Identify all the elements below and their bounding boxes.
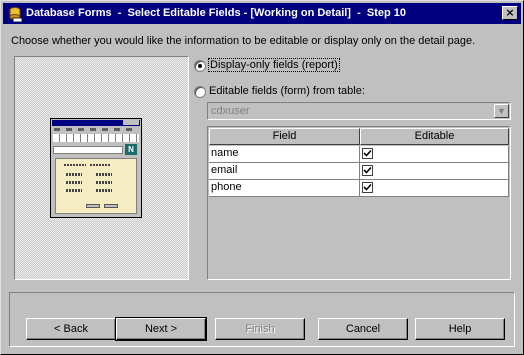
- checkmark-icon: [363, 183, 372, 191]
- preview-page: [55, 158, 137, 214]
- chevron-down-icon[interactable]: ▼: [494, 104, 509, 118]
- preview-label: [66, 181, 82, 184]
- preview-toolbar: [53, 134, 139, 142]
- instruction-text: Choose whether you would like the inform…: [11, 35, 476, 47]
- checkmark-icon: [363, 149, 372, 157]
- preview-button: [104, 204, 118, 208]
- preview-button: [86, 204, 100, 208]
- table-row: phone: [209, 180, 509, 197]
- editable-column-header[interactable]: Editable: [360, 128, 509, 145]
- field-column-header[interactable]: Field: [209, 128, 360, 145]
- preview-value: [96, 173, 112, 176]
- browser-logo-icon: N: [125, 144, 137, 155]
- preview-value: [96, 189, 112, 192]
- table-select-value: cdxuser: [211, 105, 250, 117]
- field-name-cell[interactable]: name: [209, 146, 360, 163]
- wizard-window: Database Forms - Select Editable Fields …: [0, 0, 524, 355]
- editable-checkbox[interactable]: [362, 182, 373, 193]
- preview-text-line: [64, 164, 86, 166]
- window-title: Database Forms - Select Editable Fields …: [26, 7, 406, 19]
- preview-value: [96, 181, 112, 184]
- editable-radio[interactable]: [194, 86, 206, 98]
- database-app-icon: [9, 7, 23, 22]
- editable-cell: [360, 163, 509, 180]
- editable-label[interactable]: Editable fields (form) from table:: [209, 85, 365, 97]
- preview-label: [66, 189, 82, 192]
- editable-checkbox[interactable]: [362, 165, 373, 176]
- display-only-radio[interactable]: [194, 60, 206, 72]
- preview-menubar: [54, 128, 138, 131]
- table-select[interactable]: cdxuser ▼: [207, 102, 511, 120]
- browser-preview-illustration: N: [50, 118, 142, 218]
- checkmark-icon: [363, 166, 372, 174]
- table-row: name: [209, 146, 509, 163]
- cancel-button[interactable]: Cancel: [318, 318, 408, 340]
- close-button[interactable]: ×: [502, 6, 518, 20]
- editable-checkbox[interactable]: [362, 148, 373, 159]
- field-name-cell[interactable]: phone: [209, 180, 360, 197]
- preview-label: [66, 173, 82, 176]
- preview-panel: N: [14, 56, 189, 280]
- field-name-cell[interactable]: email: [209, 163, 360, 180]
- preview-window-buttons: [123, 120, 139, 125]
- back-button[interactable]: < Back: [26, 318, 116, 340]
- display-only-label[interactable]: Display-only fields (report): [208, 58, 340, 72]
- finish-button[interactable]: Finish: [215, 318, 305, 340]
- preview-text-line: [90, 164, 110, 166]
- next-button[interactable]: Next >: [115, 317, 207, 341]
- title-bar[interactable]: Database Forms - Select Editable Fields …: [3, 3, 521, 24]
- editable-cell: [360, 146, 509, 163]
- help-button[interactable]: Help: [415, 318, 505, 340]
- preview-address-bar: [53, 146, 123, 154]
- fields-grid: Field Editable name email phone: [207, 126, 511, 280]
- editable-cell: [360, 180, 509, 197]
- table-row: email: [209, 163, 509, 180]
